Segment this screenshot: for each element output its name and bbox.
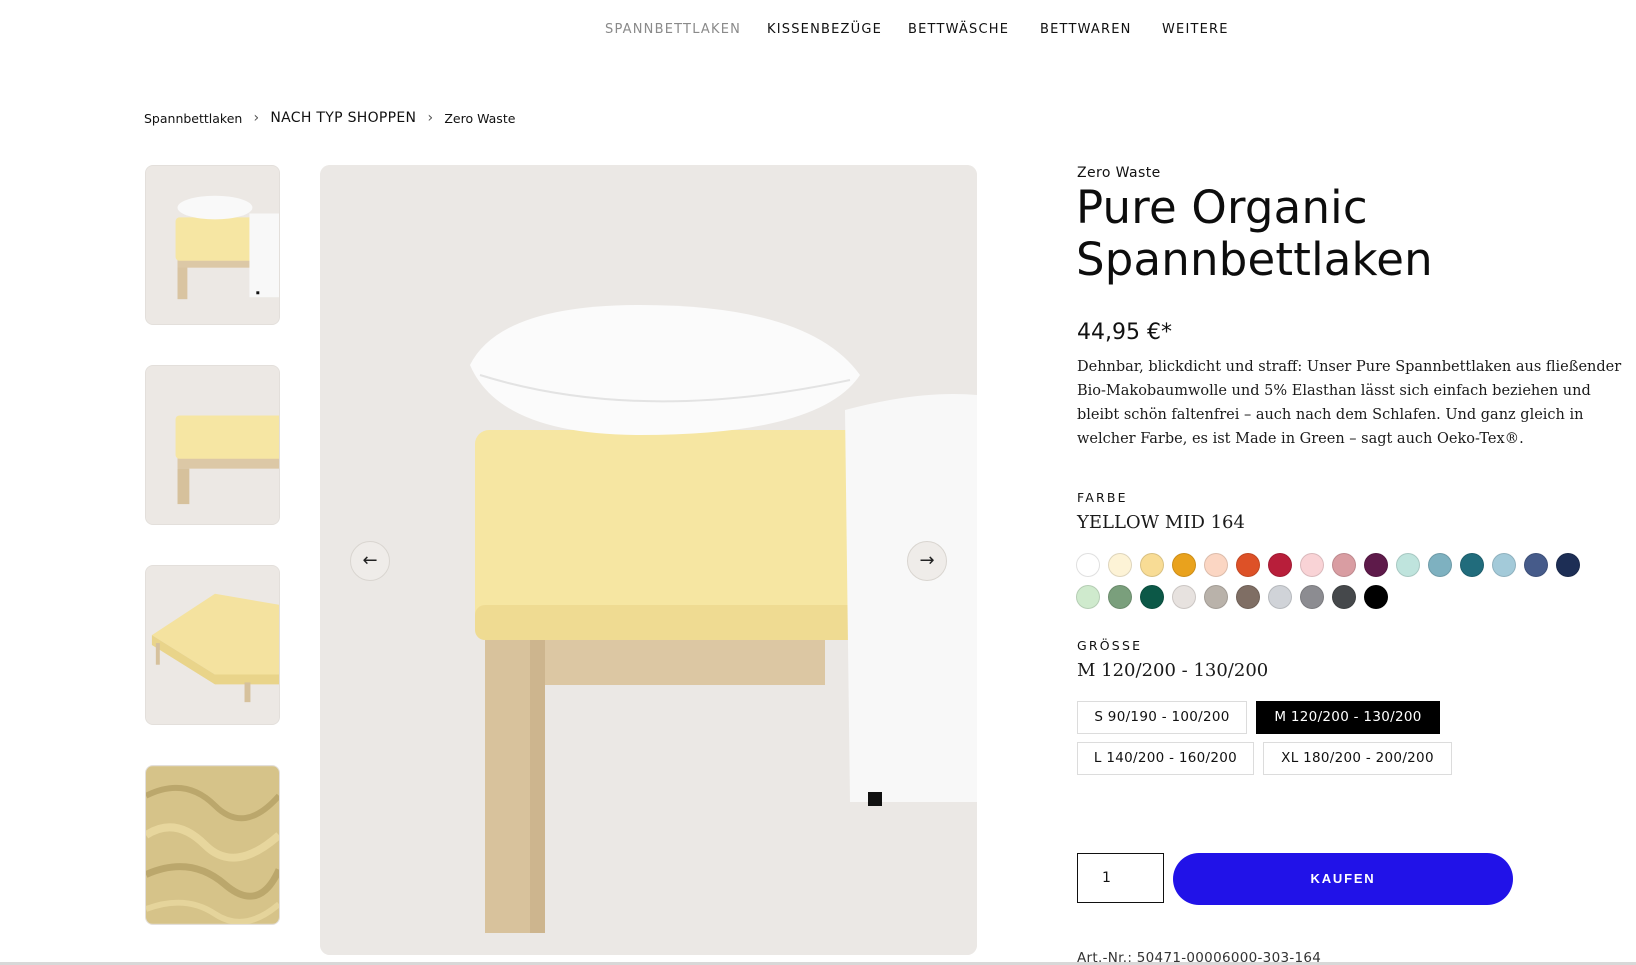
color-swatch[interactable] <box>1108 585 1132 609</box>
gallery-prev-button[interactable]: ← <box>350 541 390 581</box>
arrow-right-icon: → <box>919 550 935 571</box>
thumbnail-image <box>146 566 279 724</box>
product-photo <box>320 165 977 955</box>
color-swatch[interactable] <box>1300 585 1324 609</box>
nav-item-bettwaesche[interactable]: BETTWÄSCHE <box>908 22 1009 37</box>
main-navigation: SPANNBETTLAKEN KISSENBEZÜGE BETTWÄSCHE B… <box>0 22 1636 42</box>
thumbnail-bed-overview[interactable] <box>145 565 280 725</box>
thumbnail-image <box>146 166 279 324</box>
product-collection: Zero Waste <box>1077 165 1161 181</box>
nav-item-kissenbezuege[interactable]: KISSENBEZÜGE <box>767 22 882 37</box>
color-swatch[interactable] <box>1364 553 1388 577</box>
size-option-s[interactable]: S 90/190 - 100/200 <box>1077 701 1247 734</box>
quantity-input[interactable] <box>1077 853 1164 903</box>
nav-item-bettwaren[interactable]: BETTWAREN <box>1040 22 1132 37</box>
color-swatch[interactable] <box>1460 553 1484 577</box>
thumbnail-fabric-detail[interactable] <box>145 765 280 925</box>
color-swatch[interactable] <box>1236 585 1260 609</box>
color-swatch[interactable] <box>1332 585 1356 609</box>
color-swatch[interactable] <box>1364 585 1388 609</box>
color-swatch[interactable] <box>1396 553 1420 577</box>
thumbnail-image <box>146 366 279 524</box>
selected-size-name: M 120/200 - 130/200 <box>1077 660 1269 681</box>
color-swatch[interactable] <box>1236 553 1260 577</box>
color-swatch[interactable] <box>1108 553 1132 577</box>
breadcrumb-current: Zero Waste <box>444 110 516 126</box>
size-option-xl[interactable]: XL 180/200 - 200/200 <box>1263 742 1452 775</box>
nav-item-weitere[interactable]: WEITERE <box>1162 22 1229 37</box>
product-title: Pure Organic Spannbettlaken <box>1076 181 1433 286</box>
thumbnail-image <box>146 766 279 924</box>
thumbnail-bed-front[interactable] <box>145 365 280 525</box>
size-option-m[interactable]: M 120/200 - 130/200 <box>1256 701 1440 734</box>
thumbnail-bed-side[interactable] <box>145 165 280 325</box>
size-option-l[interactable]: L 140/200 - 160/200 <box>1077 742 1254 775</box>
chevron-right-icon: › <box>427 110 434 126</box>
color-swatch[interactable] <box>1140 553 1164 577</box>
nav-item-spannbettlaken[interactable]: SPANNBETTLAKEN <box>605 22 741 37</box>
breadcrumb-nach-typ-shoppen[interactable]: NACH TYP SHOPPEN <box>270 110 416 126</box>
breadcrumb: Spannbettlaken › NACH TYP SHOPPEN › Zero… <box>144 108 515 128</box>
color-swatch[interactable] <box>1076 553 1100 577</box>
main-product-image <box>320 165 977 955</box>
color-swatch[interactable] <box>1140 585 1164 609</box>
color-swatch[interactable] <box>1204 585 1228 609</box>
gallery-next-button[interactable]: → <box>907 541 947 581</box>
breadcrumb-spannbettlaken[interactable]: Spannbettlaken <box>144 111 242 126</box>
arrow-left-icon: ← <box>362 550 378 571</box>
color-swatch[interactable] <box>1300 553 1324 577</box>
product-description: Dehnbar, blickdicht und straff: Unser Pu… <box>1077 359 1622 447</box>
color-swatch[interactable] <box>1556 553 1580 577</box>
color-swatch[interactable] <box>1428 553 1452 577</box>
size-label: GRÖSSE <box>1077 638 1143 653</box>
color-swatch[interactable] <box>1332 553 1356 577</box>
color-swatch[interactable] <box>1268 553 1292 577</box>
color-swatch[interactable] <box>1076 585 1100 609</box>
color-swatch[interactable] <box>1204 553 1228 577</box>
color-swatch[interactable] <box>1268 585 1292 609</box>
color-label: FARBE <box>1077 490 1128 505</box>
color-swatch[interactable] <box>1172 585 1196 609</box>
color-swatch[interactable] <box>1492 553 1516 577</box>
color-swatch[interactable] <box>1172 553 1196 577</box>
buy-button[interactable]: KAUFEN <box>1173 853 1513 905</box>
chevron-right-icon: › <box>253 110 260 126</box>
product-price: 44,95 €* <box>1077 320 1172 345</box>
selected-color-name: YELLOW MID 164 <box>1077 512 1245 533</box>
color-swatch[interactable] <box>1524 553 1548 577</box>
